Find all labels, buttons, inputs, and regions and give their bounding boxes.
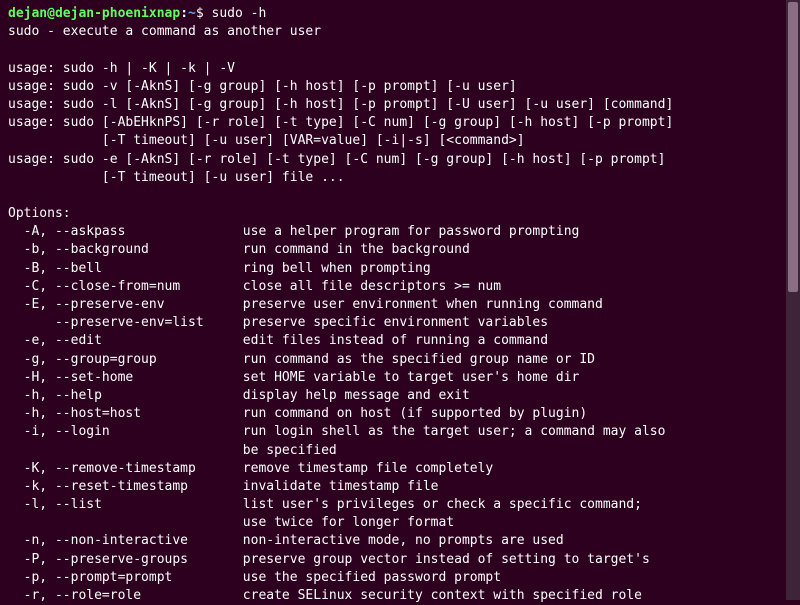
- option-row: -i, --login run login shell as the targe…: [8, 424, 665, 439]
- usage-line: usage: sudo -e [-AknS] [-r role] [-t typ…: [8, 152, 665, 167]
- prompt-symbol: $: [196, 6, 204, 21]
- header-line: sudo - execute a command as another user: [8, 24, 321, 39]
- option-row: be specified: [8, 443, 337, 458]
- option-row: -b, --background run command in the back…: [8, 242, 470, 257]
- usage-line: [-T timeout] [-u user] file ...: [8, 170, 345, 185]
- command-text: sudo -h: [212, 6, 267, 21]
- option-row: --preserve-env=list preserve specific en…: [8, 315, 548, 330]
- option-row: -p, --prompt=prompt use the specified pa…: [8, 570, 501, 585]
- option-row: -n, --non-interactive non-interactive mo…: [8, 533, 564, 548]
- option-row: -K, --remove-timestamp remove timestamp …: [8, 461, 493, 476]
- option-row: -B, --bell ring bell when prompting: [8, 261, 431, 276]
- option-row: -l, --list list user's privileges or che…: [8, 497, 642, 512]
- options-list: -A, --askpass use a helper program for p…: [8, 223, 792, 605]
- usage-line: usage: sudo -h | -K | -k | -V: [8, 61, 235, 76]
- option-row: -h, --host=host run command on host (if …: [8, 406, 587, 421]
- option-row: -g, --group=group run command as the spe…: [8, 352, 595, 367]
- option-row: -k, --reset-timestamp invalidate timesta…: [8, 479, 438, 494]
- option-row: -r, --role=role create SELinux security …: [8, 588, 642, 603]
- scrollbar-track[interactable]: [786, 0, 800, 600]
- prompt-user-host: dejan@dejan-phoenixnap: [8, 6, 180, 21]
- usage-line: usage: sudo -l [-AknS] [-g group] [-h ho…: [8, 97, 673, 112]
- options-header: Options:: [8, 206, 71, 221]
- scrollbar-thumb[interactable]: [788, 2, 798, 292]
- usage-line: usage: sudo [-AbEHknPS] [-r role] [-t ty…: [8, 115, 673, 130]
- usage-line: usage: sudo -v [-AknS] [-g group] [-h ho…: [8, 79, 517, 94]
- terminal-output[interactable]: dejan@dejan-phoenixnap:~$ sudo -h sudo -…: [8, 5, 792, 605]
- option-row: -H, --set-home set HOME variable to targ…: [8, 370, 579, 385]
- option-row: -C, --close-from=num close all file desc…: [8, 279, 501, 294]
- option-row: -h, --help display help message and exit: [8, 388, 470, 403]
- prompt-path: ~: [188, 6, 196, 21]
- usage-line: [-T timeout] [-u user] [VAR=value] [-i|-…: [8, 133, 525, 148]
- option-row: use twice for longer format: [8, 515, 454, 530]
- option-row: -e, --edit edit files instead of running…: [8, 333, 548, 348]
- option-row: -A, --askpass use a helper program for p…: [8, 224, 579, 239]
- prompt-separator: :: [180, 6, 188, 21]
- option-row: -E, --preserve-env preserve user environ…: [8, 297, 603, 312]
- option-row: -P, --preserve-groups preserve group vec…: [8, 552, 650, 567]
